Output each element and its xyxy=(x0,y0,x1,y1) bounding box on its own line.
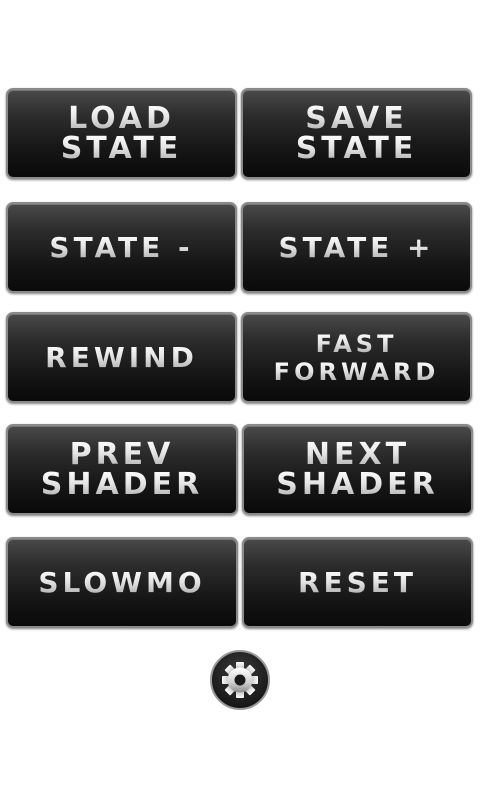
emulator-menu: LOAD STATE SAVE STATE STATE - STATE + RE… xyxy=(0,0,480,800)
slowmo-label: SLOWMO xyxy=(38,565,206,599)
next-shader-label-line1: NEXT xyxy=(304,436,411,472)
save-state-label-line1: SAVE xyxy=(305,100,408,136)
reset-button[interactable]: RESET xyxy=(242,537,473,628)
next-shader-label-line2: SHADER xyxy=(276,466,439,502)
prev-shader-label-line1: PREV xyxy=(69,436,175,472)
gear-icon xyxy=(222,662,258,698)
state-minus-label: STATE - xyxy=(49,230,194,264)
save-state-button[interactable]: SAVE STATE xyxy=(241,88,472,179)
rewind-label: REWIND xyxy=(45,340,198,374)
load-state-button[interactable]: LOAD STATE xyxy=(6,88,237,179)
fast-forward-button[interactable]: FAST FORWARD xyxy=(241,312,472,403)
settings-button[interactable] xyxy=(210,650,270,710)
reset-label: RESET xyxy=(297,565,418,599)
fast-forward-label-line1: FAST xyxy=(315,329,398,358)
prev-shader-label-line2: SHADER xyxy=(40,466,204,502)
state-plus-label: STATE + xyxy=(278,230,435,264)
state-plus-button[interactable]: STATE + xyxy=(241,202,472,293)
save-state-label-line2: STATE xyxy=(295,130,418,166)
fast-forward-label-line2: FORWARD xyxy=(273,357,440,386)
rewind-button[interactable]: REWIND xyxy=(6,312,237,403)
state-minus-button[interactable]: STATE - xyxy=(6,202,237,293)
load-state-label-line1: LOAD xyxy=(68,100,175,136)
load-state-label-line2: STATE xyxy=(60,130,183,166)
next-shader-button[interactable]: NEXT SHADER xyxy=(242,424,473,515)
slowmo-button[interactable]: SLOWMO xyxy=(6,537,238,628)
prev-shader-button[interactable]: PREV SHADER xyxy=(6,424,238,515)
